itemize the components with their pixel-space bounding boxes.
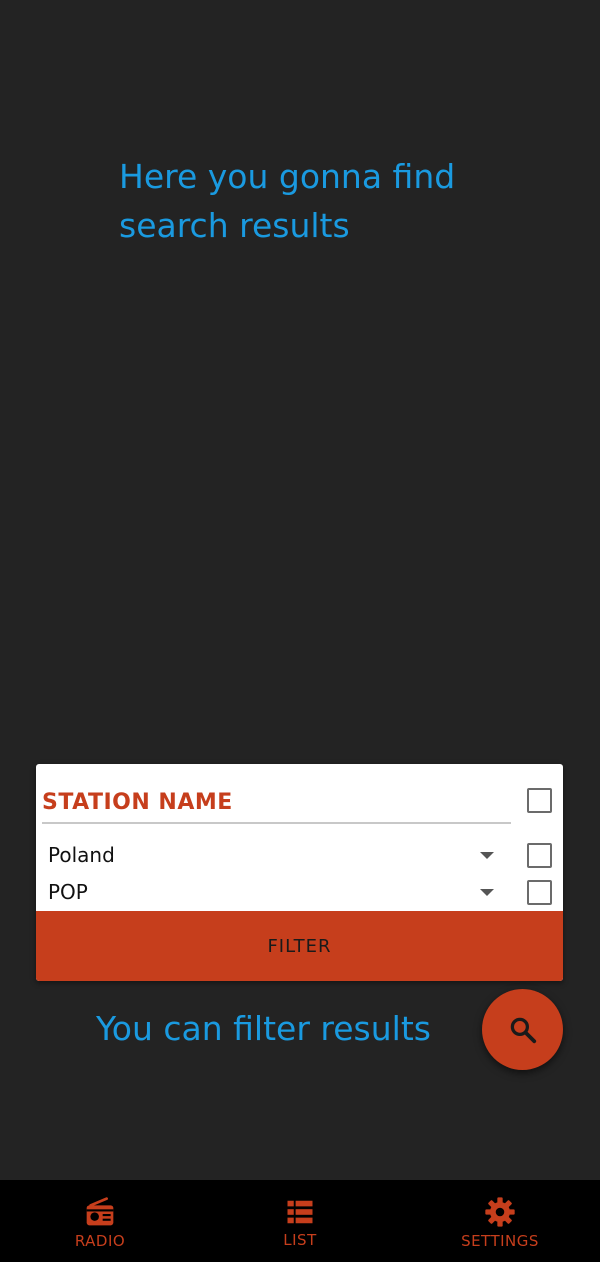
genre-checkbox[interactable] [527, 880, 552, 905]
genre-select-value: POP [48, 880, 88, 904]
station-name-checkbox[interactable] [527, 788, 552, 813]
dropdown-arrow-icon [480, 851, 494, 859]
filter-button[interactable]: FILTER [36, 911, 563, 981]
nav-label-settings: SETTINGS [461, 1232, 539, 1250]
search-screen: Here you gonna find search results Polan… [0, 0, 600, 1262]
country-checkbox[interactable] [527, 843, 552, 868]
genre-select[interactable]: POP [48, 875, 500, 909]
list-icon [287, 1200, 313, 1224]
nav-label-radio: RADIO [74, 1232, 126, 1250]
station-name-row [36, 764, 563, 826]
gear-icon [485, 1197, 515, 1227]
search-icon [510, 1017, 536, 1043]
nav-item-list[interactable]: LIST [200, 1180, 400, 1262]
station-name-input[interactable] [42, 782, 511, 824]
nav-label-list: LIST [283, 1231, 317, 1249]
radio-icon [86, 1197, 114, 1226]
nav-item-settings[interactable]: SETTINGS [400, 1180, 600, 1262]
bottom-navigation: RADIO LIST SETTINGS [0, 1180, 600, 1262]
filter-card: Poland POP FILTER [36, 764, 563, 981]
country-select-value: Poland [48, 843, 115, 867]
dropdown-arrow-icon [480, 888, 494, 896]
filter-hint: You can filter results [96, 1009, 431, 1048]
search-fab-button[interactable] [482, 989, 563, 1070]
country-select[interactable]: Poland [48, 838, 500, 872]
nav-item-radio[interactable]: RADIO [0, 1180, 200, 1262]
search-results-hint: Here you gonna find search results [119, 157, 456, 245]
